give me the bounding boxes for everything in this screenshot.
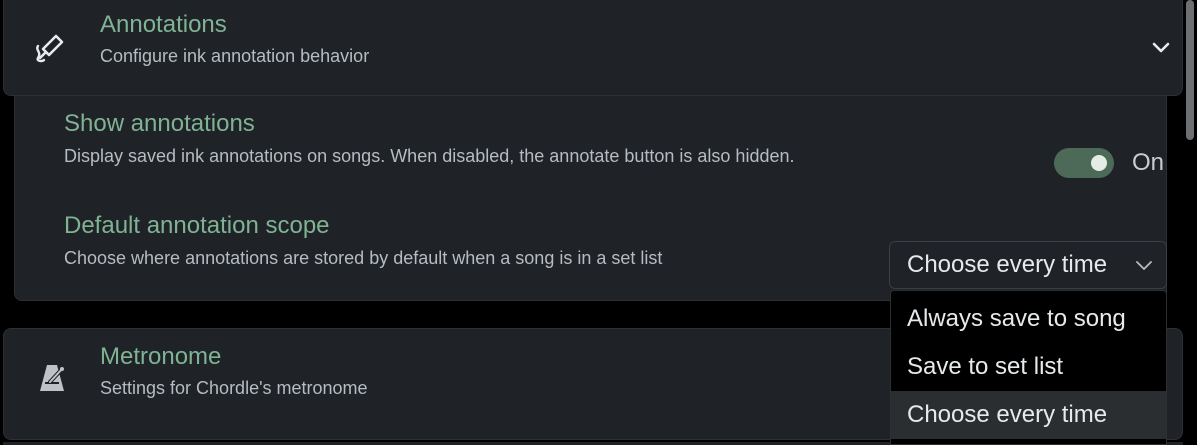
show-annotations-description: Display saved ink annotations on songs. … [64,146,795,166]
option-always-save-to-song[interactable]: Always save to song [891,295,1166,343]
default-scope-description: Choose where annotations are stored by d… [64,248,663,268]
annotations-subtitle: Configure ink annotation behavior [100,46,370,66]
default-scope-title: Default annotation scope [64,212,330,239]
annotations-title: Annotations [100,11,227,38]
option-choose-every-time[interactable]: Choose every time [891,391,1166,439]
default-scope-selected-value: Choose every time [907,251,1108,278]
default-scope-dropdown: Always save to song Save to set list Cho… [890,290,1167,445]
metronome-subtitle: Settings for Chordle's metronome [100,378,368,398]
option-save-to-set-list[interactable]: Save to set list [891,343,1166,391]
metronome-icon [36,362,68,394]
chevron-down-icon[interactable] [1150,36,1172,63]
scrollbar-thumb[interactable] [1186,0,1194,140]
metronome-title: Metronome [100,343,222,370]
toggle-state-label: On [1132,149,1165,176]
show-annotations-title: Show annotations [64,110,255,137]
toggle-knob [1091,155,1107,171]
pen-annotation-icon [34,32,66,64]
chevron-down-icon [1133,254,1155,276]
